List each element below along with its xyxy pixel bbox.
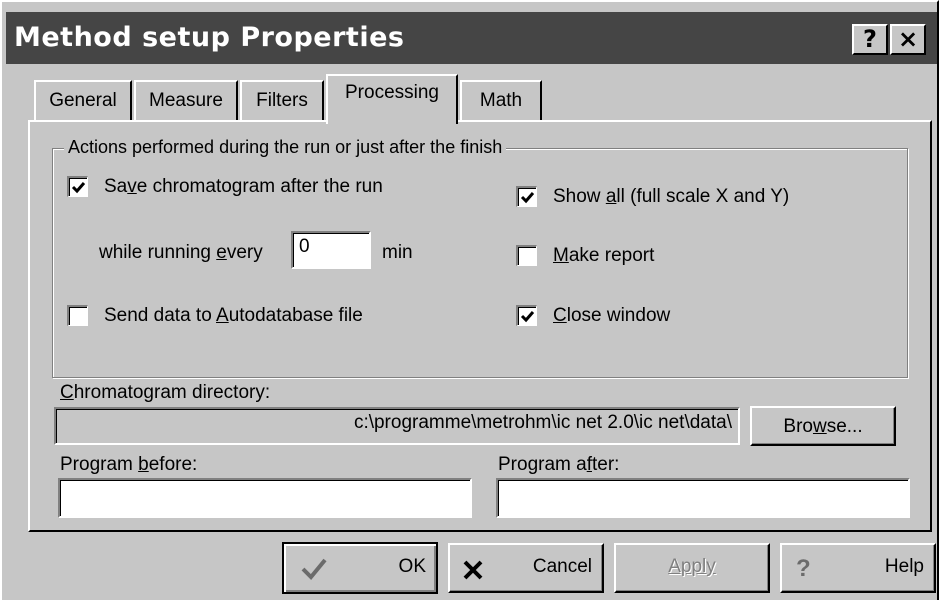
properties-dialog: Method setup Properties ? × General Meas… [0,0,939,600]
help-label: Help [884,556,924,577]
save-chromatogram-label[interactable]: Save chromatogram after the run [104,176,383,198]
interval-unit-label: min [382,242,413,263]
close-window-label[interactable]: Close window [553,305,670,327]
chromatogram-directory-field: c:\programme\metrohm\ic net 2.0\ic net\d… [54,407,740,445]
ok-button[interactable]: OK [282,542,438,594]
close-window-checkbox[interactable] [516,305,537,326]
ok-label: OK [398,556,426,577]
show-all-checkbox[interactable] [516,186,537,207]
save-interval-input[interactable]: 0 [291,231,371,269]
tab-math[interactable]: Math [460,80,542,122]
close-icon: × [897,25,919,53]
make-report-checkbox[interactable] [516,245,537,266]
save-chromatogram-checkbox[interactable] [67,176,88,197]
window-title: Method setup Properties [14,22,405,53]
checkmark-icon [520,311,535,323]
checkmark-icon [520,192,535,204]
browse-button[interactable]: Browse... [750,406,896,446]
tab-label: Filters [256,90,308,111]
program-after-input[interactable] [496,478,910,518]
tab-general[interactable]: General [34,80,132,122]
title-bar: Method setup Properties ? × [6,12,937,64]
x-icon [463,560,483,580]
tab-measure[interactable]: Measure [134,80,238,122]
tab-processing[interactable]: Processing [326,74,458,124]
tab-label: Math [479,90,523,111]
apply-button[interactable]: Apply [614,543,770,593]
tab-label: General [49,90,117,111]
tab-filters[interactable]: Filters [240,80,324,122]
chromatogram-directory-label: Chromatogram directory: [60,382,271,403]
cancel-button[interactable]: Cancel [448,543,604,593]
help-question-button[interactable]: ? [852,24,888,55]
actions-group-title: Actions performed during the run or just… [64,137,507,158]
apply-label: Apply [668,556,716,577]
close-button[interactable]: × [890,24,926,55]
send-autodatabase-label[interactable]: Send data to Autodatabase file [104,305,363,327]
question-icon: ? [863,25,877,53]
send-autodatabase-checkbox[interactable] [67,305,88,326]
browse-button-label: Browse... [783,416,863,437]
help-button[interactable]: ? Help [780,543,936,593]
tab-label: Measure [149,90,223,111]
checkmark-icon [301,558,327,580]
program-after-label: Program after: [498,454,620,475]
program-before-label: Program before: [60,454,198,475]
cancel-label: Cancel [532,556,592,577]
show-all-label[interactable]: Show all (full scale X and Y) [553,186,789,208]
tab-label: Processing [345,82,439,103]
while-running-label: while running every [99,242,263,263]
make-report-label[interactable]: Make report [553,245,654,267]
checkmark-icon [71,182,86,194]
program-before-input[interactable] [58,478,472,518]
question-icon: ? [796,555,811,582]
